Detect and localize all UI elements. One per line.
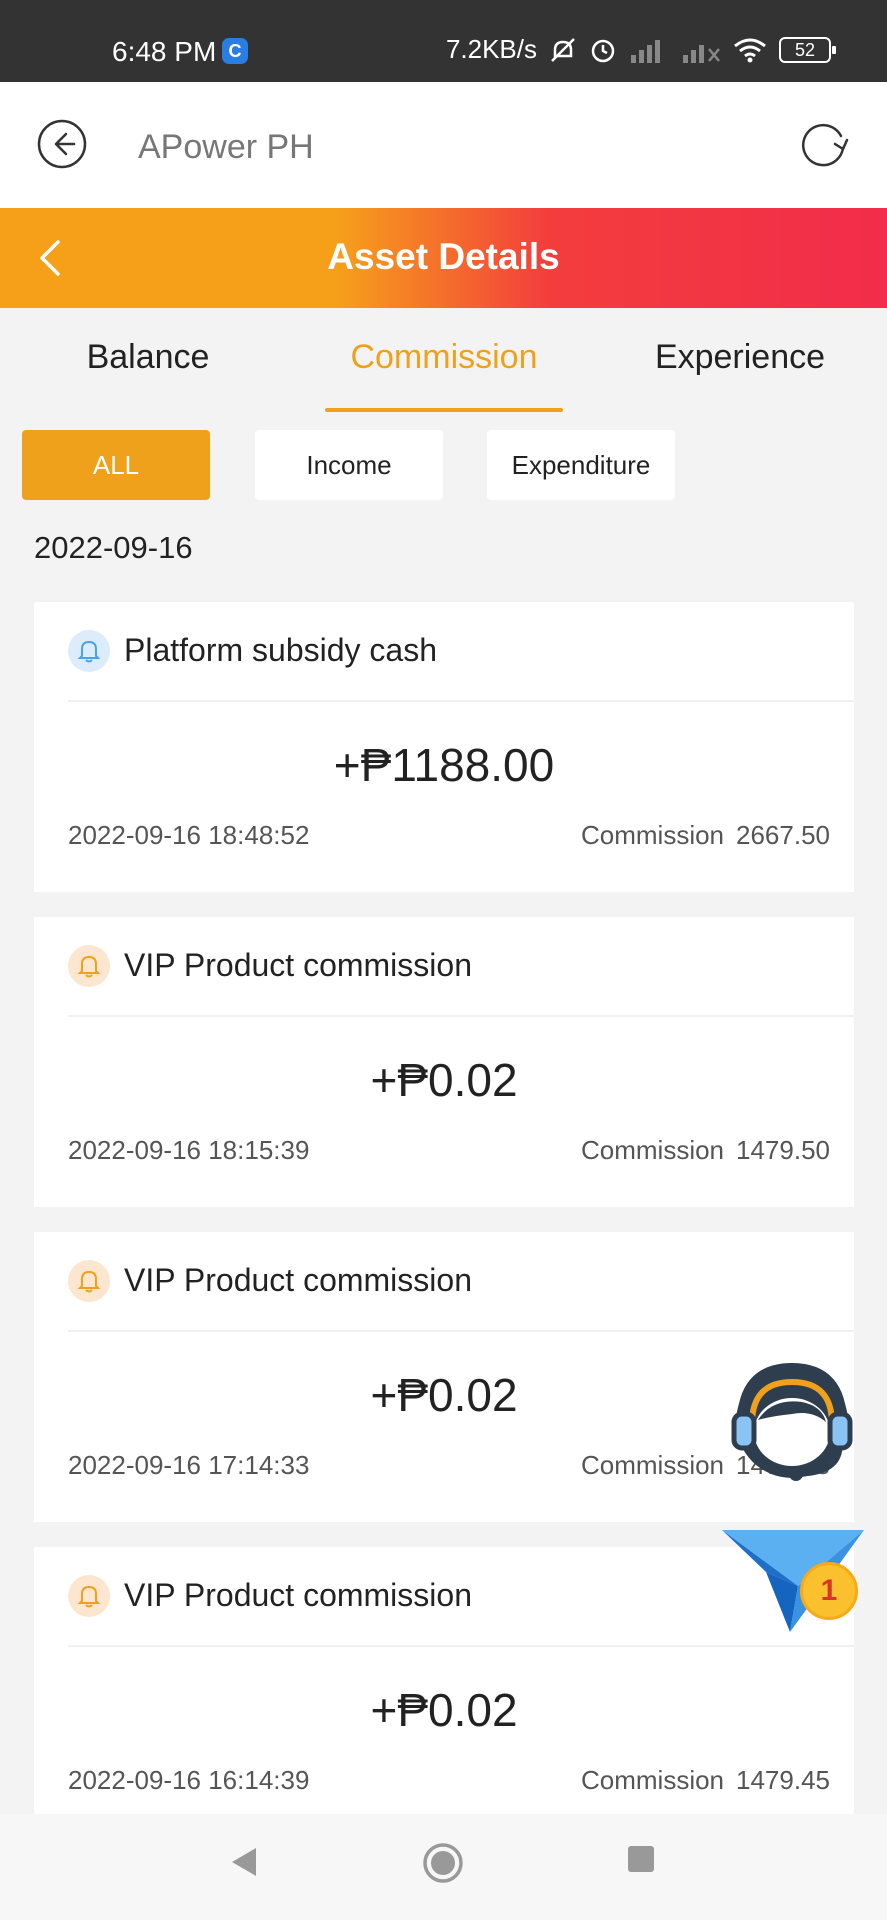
tab-commission[interactable]: Commission: [325, 338, 563, 377]
battery-icon: 52: [779, 36, 836, 63]
record-balance: Commission 1479.50: [581, 1135, 830, 1166]
status-bar: 6:48 PM C 7.2KB/s 52: [0, 0, 887, 82]
nav-back-icon[interactable]: [228, 1844, 260, 1880]
balance-label: Commission: [580, 820, 725, 850]
message-badge: 1: [800, 1562, 858, 1620]
balance-value: 2667.50: [736, 820, 830, 850]
filter-expenditure-button[interactable]: Expenditure: [487, 430, 675, 500]
network-speed: 7.2KB/s: [445, 34, 537, 64]
bell-icon: [68, 945, 110, 987]
bell-icon: [68, 630, 110, 672]
record-title: VIP Product commission: [124, 1262, 472, 1298]
page-title: Asset Details: [327, 236, 560, 277]
bell-icon: [68, 1575, 110, 1617]
record-time: 2022-09-16 17:14:33: [68, 1450, 310, 1480]
tab-balance[interactable]: Balance: [60, 338, 236, 377]
date-heading: 2022-09-16: [34, 530, 193, 565]
record-time: 2022-09-16 18:48:52: [68, 820, 310, 850]
balance-value: 1479.50: [736, 1135, 830, 1165]
record-time: 2022-09-16 16:14:39: [68, 1765, 310, 1795]
record-time: 2022-09-16 18:15:39: [68, 1135, 310, 1165]
record-title: VIP Product commission: [124, 947, 472, 983]
status-icons: 7.2KB/s 52: [445, 34, 836, 65]
filter-income-button[interactable]: Income: [255, 430, 443, 500]
balance-value: 1479.45: [736, 1765, 830, 1795]
record-amount: +₱0.02: [370, 1684, 518, 1736]
bell-icon: [68, 1260, 110, 1302]
record-card[interactable]: VIP Product commission +₱0.02 2022-09-16…: [34, 917, 854, 1207]
record-card-header: VIP Product commission: [68, 917, 854, 1017]
active-tab-indicator: [325, 408, 563, 412]
tab-experience[interactable]: Experience: [640, 338, 840, 377]
record-amount: +₱1188.00: [333, 739, 555, 791]
status-time: 6:48 PM: [112, 36, 217, 67]
nav-home-icon[interactable]: [422, 1842, 464, 1884]
record-title: Platform subsidy cash: [124, 632, 438, 668]
app-bar: APower PH: [0, 82, 887, 208]
record-card-header: VIP Product commission: [68, 1232, 854, 1332]
tab-bar: Balance Commission Experience: [0, 308, 887, 414]
system-nav-bar: [0, 1814, 887, 1920]
customer-service-icon[interactable]: [722, 1350, 862, 1490]
nav-recents-icon[interactable]: [626, 1844, 656, 1874]
back-circle-icon[interactable]: [36, 118, 88, 170]
app-title: APower PH: [138, 128, 314, 166]
balance-label: Commission: [580, 1135, 725, 1165]
record-title: VIP Product commission: [124, 1577, 472, 1613]
filter-all-button[interactable]: ALL: [22, 430, 210, 500]
signal-icon-2: [683, 44, 720, 63]
page-header: Asset Details: [0, 208, 887, 308]
record-card[interactable]: Platform subsidy cash +₱1188.00 2022-09-…: [34, 602, 854, 892]
notification-app-icon: C: [222, 38, 248, 64]
record-amount: +₱0.02: [370, 1054, 518, 1106]
record-card-header: Platform subsidy cash: [68, 602, 854, 702]
refresh-icon[interactable]: [797, 118, 851, 172]
alarm-icon: [591, 39, 615, 62]
balance-label: Commission: [580, 1450, 725, 1480]
record-balance: Commission 1479.45: [581, 1765, 830, 1796]
record-balance: Commission 2667.50: [581, 820, 830, 851]
wifi-icon: [734, 38, 766, 62]
mute-icon: [551, 37, 575, 62]
balance-label: Commission: [580, 1765, 725, 1795]
signal-icon: [631, 39, 660, 63]
